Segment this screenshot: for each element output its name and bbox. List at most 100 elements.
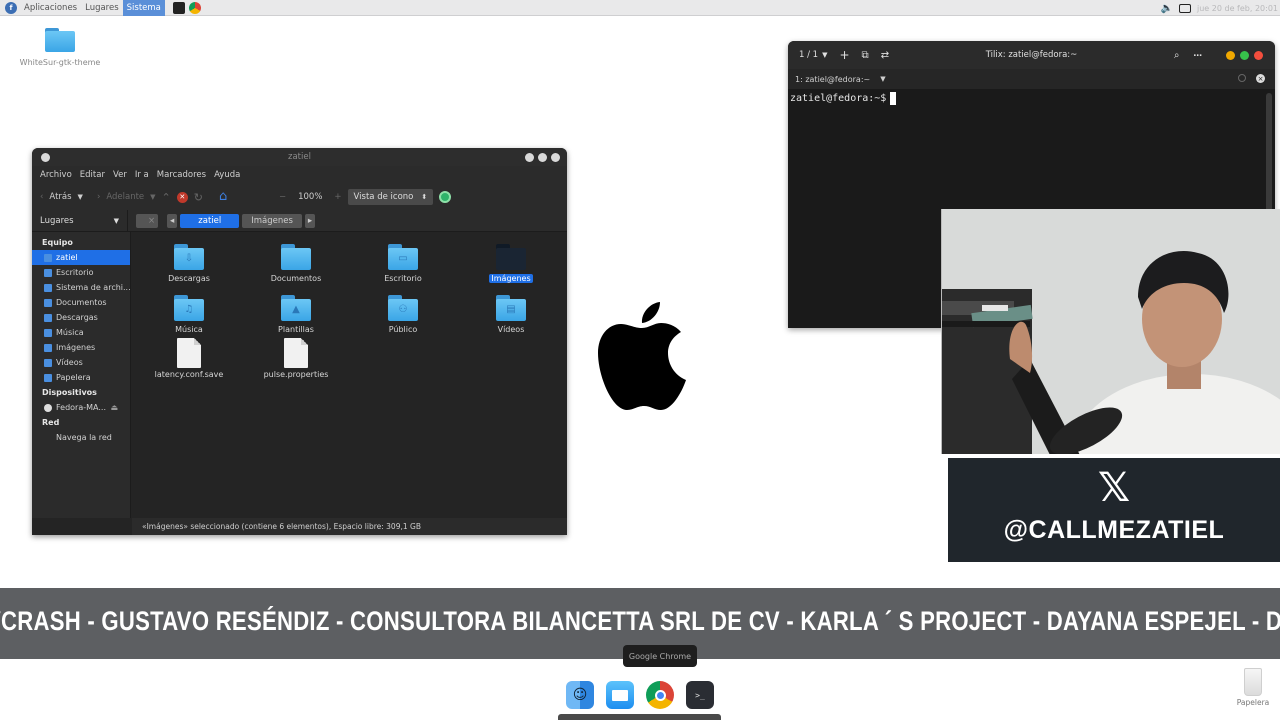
desktop-trash[interactable]: Papelera (1232, 668, 1274, 707)
sidebar-item[interactable]: Papelera (32, 370, 130, 385)
dock-chrome-icon[interactable] (646, 681, 674, 709)
session-counter[interactable]: 1 / 1 (799, 50, 818, 60)
back-button[interactable]: Atrás (49, 192, 71, 202)
folder-item[interactable]: ▭ Escritorio (358, 244, 448, 283)
reload-icon[interactable]: ↻ (194, 191, 203, 204)
folder-item[interactable]: Documentos (251, 244, 341, 283)
sidebar-item[interactable]: Navega la red (32, 430, 130, 445)
folder-icon (281, 244, 311, 270)
close-sidebar-icon[interactable]: × (148, 216, 155, 226)
folder-item[interactable]: ▲ Plantillas (251, 295, 341, 334)
back-arrow-icon[interactable]: ‹ (40, 192, 43, 202)
ticker-text: VCRASH - GUSTAVO RESÉNDIZ - CONSULTORA B… (0, 606, 1280, 636)
more-options-icon[interactable]: ⋯ (1194, 51, 1203, 61)
sidebar-item[interactable]: Documentos (32, 295, 130, 310)
forward-button[interactable]: Adelante (106, 192, 144, 202)
maximize-icon[interactable] (1240, 51, 1249, 60)
view-mode-select[interactable]: Vista de icono ⬍ (347, 189, 434, 205)
tab-dropdown-icon[interactable]: ▼ (880, 75, 885, 83)
window-menu-icon[interactable] (41, 153, 50, 162)
place-icon (44, 373, 52, 382)
sidebar-item[interactable]: Fedora-MA... ⏏ (32, 400, 130, 415)
menu-aplicaciones[interactable]: Aplicaciones (20, 3, 81, 13)
close-icon[interactable] (551, 153, 560, 162)
add-terminal-icon[interactable]: ⧉ (862, 50, 869, 61)
folder-item[interactable]: Imágenes (466, 244, 556, 283)
select-arrows-icon: ⬍ (421, 193, 428, 201)
fm-sidebar: Equipo zatiel Escritorio Sistema de archi..… (32, 232, 131, 518)
terminal-tab[interactable]: 1: zatiel@fedora:~ ▼ × (788, 69, 1275, 89)
forward-dropdown-icon[interactable]: ▼ (150, 193, 155, 201)
forward-arrow-icon[interactable]: › (97, 192, 100, 202)
dock-terminal-icon[interactable]: >_ (686, 681, 714, 709)
sidebar-section-title: Red (42, 418, 60, 427)
clock[interactable]: jue 20 de feb, 20:01 (1197, 4, 1278, 13)
folder-item[interactable]: ▤ Vídeos (466, 295, 556, 334)
back-dropdown-icon[interactable]: ▼ (78, 193, 83, 201)
menu-lugares[interactable]: Lugares (81, 3, 123, 13)
menu-editar[interactable]: Editar (76, 170, 109, 180)
sidebar-section-title: Equipo (42, 238, 73, 247)
up-icon[interactable]: ⌃ (162, 191, 171, 204)
folder-item[interactable]: ⇩ Descargas (144, 244, 234, 283)
sidebar-item[interactable]: Descargas (32, 310, 130, 325)
file-item[interactable]: latency.conf.save (144, 338, 234, 379)
folder-item[interactable]: ♫ Música (144, 295, 234, 334)
menu-ayuda[interactable]: Ayuda (210, 170, 244, 180)
minimize-icon[interactable] (525, 153, 534, 162)
menu-ver[interactable]: Ver (109, 170, 131, 180)
breadcrumb: ◂ zatiel Imágenes ▸ (132, 213, 316, 228)
breadcrumb-zatiel[interactable]: zatiel (180, 213, 240, 228)
dock-finder-icon[interactable]: ☺ (566, 681, 594, 709)
volume-icon[interactable]: 🔈 (1161, 3, 1173, 14)
fm-titlebar[interactable]: zatiel (32, 148, 567, 166)
menu-sistema[interactable]: Sistema (122, 0, 165, 16)
folder-icon: ▲ (281, 295, 311, 321)
text-file-icon (177, 338, 201, 368)
chrome-launcher-icon[interactable] (188, 1, 201, 14)
menu-archivo[interactable]: Archivo (36, 170, 76, 180)
places-select[interactable]: Lugares ▼ × (32, 209, 155, 232)
fedora-logo-icon[interactable]: f (5, 1, 17, 14)
add-session-icon[interactable]: + (839, 48, 849, 62)
zoom-out-icon[interactable]: − (279, 192, 286, 202)
terminal-launcher-icon[interactable] (172, 1, 185, 14)
minimize-icon[interactable] (1226, 51, 1235, 60)
file-item[interactable]: pulse.properties (251, 338, 341, 379)
session-dropdown-icon[interactable]: ▼ (822, 51, 827, 59)
close-icon[interactable] (1254, 51, 1263, 60)
maximize-icon[interactable] (538, 153, 547, 162)
stop-icon[interactable]: ✕ (176, 191, 188, 203)
terminal-output[interactable]: zatiel@fedora:~$ (788, 89, 1275, 108)
sidebar-item[interactable]: zatiel (32, 250, 130, 265)
sidebar-item[interactable]: Sistema de archi... (32, 280, 130, 295)
maximize-terminal-icon[interactable] (1238, 74, 1246, 82)
sidebar-item[interactable]: Imágenes (32, 340, 130, 355)
split-terminal-icon[interactable]: ⇄ (881, 50, 889, 61)
terminal-titlebar[interactable]: 1 / 1 ▼ + ⧉ ⇄ Tilix: zatiel@fedora:~ ⌕ ⋯ (788, 41, 1275, 69)
item-label: Vídeos (497, 325, 525, 334)
sync-status-icon[interactable] (439, 191, 452, 203)
close-terminal-icon[interactable]: × (1256, 74, 1265, 83)
breadcrumb-left-icon[interactable]: ◂ (167, 213, 178, 228)
sidebar-item[interactable]: Música (32, 325, 130, 340)
menu-ir-a[interactable]: Ir a (131, 170, 153, 180)
breadcrumb-right-icon[interactable]: ▸ (304, 213, 316, 228)
place-icon (44, 313, 52, 322)
menu-marcadores[interactable]: Marcadores (153, 170, 210, 180)
home-icon[interactable]: ⌂ (219, 190, 233, 204)
fm-pathbar: Lugares ▼ × ◂ zatiel Imágenes ▸ (32, 209, 567, 232)
zoom-in-icon[interactable]: + (334, 192, 341, 202)
terminal-prompt: zatiel@fedora:~$ (790, 93, 887, 104)
keyboard-icon[interactable] (1179, 3, 1192, 13)
breadcrumb-imagenes[interactable]: Imágenes (242, 213, 302, 228)
item-label: pulse.properties (263, 370, 329, 379)
sidebar-item[interactable]: Escritorio (32, 265, 130, 280)
desktop-folder-whitesur[interactable]: WhiteSur-gtk-theme (18, 28, 102, 67)
search-icon[interactable]: ⌕ (1174, 50, 1180, 61)
sidebar-item[interactable]: Vídeos (32, 355, 130, 370)
eject-icon[interactable]: ⏏ (110, 403, 118, 412)
dock-mail-icon[interactable] (606, 681, 634, 709)
folder-item[interactable]: ⚇ Público (358, 295, 448, 334)
sidebar-section-title: Dispositivos (42, 388, 97, 397)
